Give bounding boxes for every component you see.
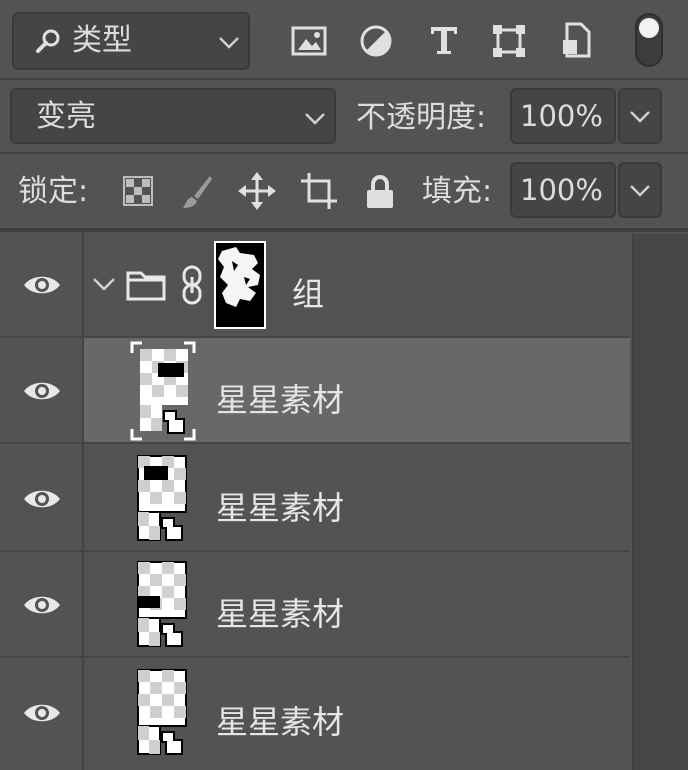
chevron-down-icon bbox=[630, 185, 650, 197]
chevron-down-icon bbox=[630, 111, 650, 123]
lock-position-icon[interactable] bbox=[238, 172, 276, 210]
layer-row[interactable]: 星星素材 bbox=[0, 552, 630, 658]
layer-row[interactable]: 星星素材 bbox=[0, 338, 630, 444]
opacity-value: 100% bbox=[520, 99, 603, 133]
visibility-cell[interactable] bbox=[0, 658, 84, 770]
fill-dropdown-button[interactable] bbox=[618, 162, 662, 218]
fill-label: 填充: bbox=[422, 174, 493, 209]
visibility-cell[interactable] bbox=[0, 232, 84, 336]
lock-all-icon[interactable] bbox=[365, 174, 395, 210]
fill-input[interactable]: 100% bbox=[510, 162, 616, 218]
layer-thumbnail[interactable] bbox=[130, 341, 196, 441]
search-icon bbox=[36, 29, 60, 53]
layer-row[interactable]: 星星素材 bbox=[0, 444, 630, 552]
chevron-down-icon[interactable] bbox=[92, 277, 116, 293]
adjustment-filter-icon[interactable] bbox=[359, 24, 393, 58]
opacity-dropdown-button[interactable] bbox=[618, 88, 662, 144]
eye-icon[interactable] bbox=[22, 592, 62, 618]
chevron-down-icon bbox=[219, 37, 239, 49]
link-icon[interactable] bbox=[181, 265, 203, 305]
eye-icon[interactable] bbox=[22, 486, 62, 512]
layer-filter-select[interactable]: 类型 bbox=[12, 12, 250, 70]
layer-name[interactable]: 星星素材 bbox=[216, 589, 344, 635]
opacity-label: 不透明度: bbox=[356, 100, 487, 135]
group-mask-thumbnail[interactable] bbox=[214, 241, 266, 329]
eye-icon[interactable] bbox=[22, 378, 62, 404]
visibility-cell[interactable] bbox=[0, 444, 84, 550]
fill-value: 100% bbox=[520, 173, 603, 207]
blend-mode-select[interactable]: 变亮 bbox=[10, 88, 336, 144]
shape-filter-icon[interactable] bbox=[492, 24, 526, 58]
layer-name[interactable]: 星星素材 bbox=[216, 483, 344, 529]
layer-name[interactable]: 星星素材 bbox=[216, 697, 344, 743]
layer-row-group[interactable]: 组 bbox=[0, 232, 630, 338]
layer-thumbnail[interactable] bbox=[134, 558, 190, 654]
layers-panel: 类型 变亮 不透明度: 100% 锁定: 填充: 100% 组 星星素材 星星素… bbox=[0, 0, 688, 770]
lock-transparent-pixels-icon[interactable] bbox=[122, 175, 154, 207]
type-filter-icon[interactable] bbox=[428, 24, 460, 56]
layers-scrollbar[interactable] bbox=[632, 234, 688, 770]
eye-icon[interactable] bbox=[22, 700, 62, 726]
layer-name[interactable]: 组 bbox=[292, 269, 324, 315]
blend-mode-label: 变亮 bbox=[36, 99, 96, 134]
visibility-cell[interactable] bbox=[0, 338, 84, 442]
opacity-input[interactable]: 100% bbox=[510, 88, 616, 144]
eye-icon[interactable] bbox=[22, 272, 62, 298]
filter-toggle-switch[interactable] bbox=[634, 12, 664, 68]
folder-icon bbox=[126, 271, 166, 301]
visibility-cell[interactable] bbox=[0, 552, 84, 656]
lock-image-pixels-icon[interactable] bbox=[180, 174, 214, 210]
layer-thumbnail[interactable] bbox=[134, 452, 190, 548]
lock-label: 锁定: bbox=[18, 174, 89, 209]
lock-artboard-icon[interactable] bbox=[300, 172, 338, 210]
layer-name[interactable]: 星星素材 bbox=[216, 375, 344, 421]
smart-object-filter-icon[interactable] bbox=[561, 22, 591, 58]
layer-row[interactable]: 星星素材 bbox=[0, 658, 630, 770]
chevron-down-icon bbox=[305, 113, 325, 125]
layer-thumbnail[interactable] bbox=[134, 666, 190, 762]
image-filter-icon[interactable] bbox=[291, 26, 327, 56]
filter-type-label: 类型 bbox=[72, 23, 132, 58]
